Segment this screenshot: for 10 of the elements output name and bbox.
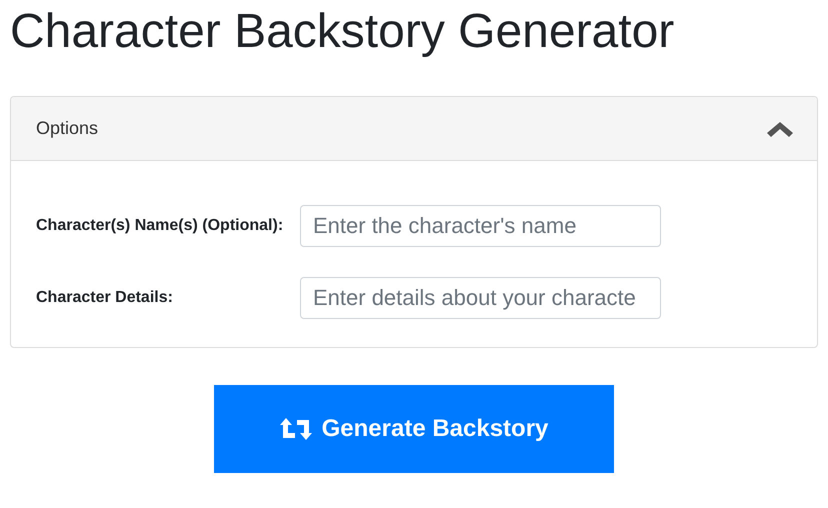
text-field[interactable]: Enter details about your characte — [300, 277, 661, 319]
text-field[interactable]: Enter the character's name — [300, 205, 661, 247]
field-label: Character(s) Name(s) (Optional): — [36, 216, 284, 236]
generate-button[interactable]: Generate Backstory — [214, 385, 614, 473]
repeat-icon — [280, 418, 312, 440]
collapse-button[interactable] — [767, 120, 793, 136]
chevron-icon — [767, 120, 793, 136]
field-label: Character Details: — [36, 288, 174, 308]
page-title: Character Backstory Generator — [10, 4, 676, 60]
panel-title: Options — [36, 118, 98, 139]
